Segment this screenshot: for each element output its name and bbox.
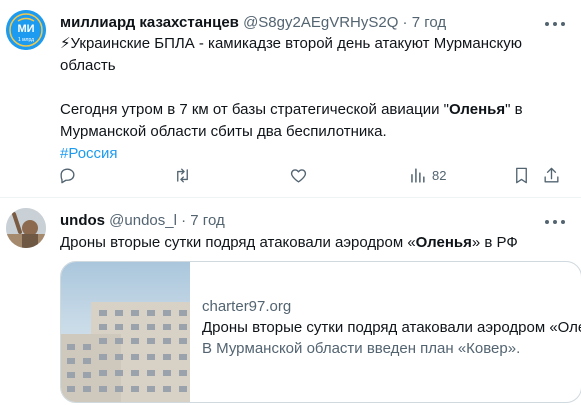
- timestamp[interactable]: 7 год: [190, 212, 224, 229]
- link-card[interactable]: charter97.org Дроны вторые сутки подряд …: [60, 261, 581, 403]
- card-domain: charter97.org: [202, 298, 292, 315]
- tweet-text: Дроны вторые сутки подряд атаковали аэро…: [60, 234, 518, 251]
- retweet-icon: [177, 167, 188, 183]
- avatar-text: МИ: [17, 23, 34, 35]
- reply-button[interactable]: [58, 164, 77, 186]
- text-line: Сегодня утром в 7 км от базы стратегичес…: [60, 101, 523, 118]
- bookmark-icon: [516, 167, 527, 183]
- emblem-icon: МИ 1 млрд: [6, 10, 46, 50]
- author-handle[interactable]: @S8gy2AEgVRHyS2Q: [243, 14, 398, 31]
- author-name[interactable]: undos: [60, 212, 105, 229]
- tweet[interactable]: МИ 1 млрд миллиард казахстанцев @S8gy2AE…: [0, 0, 581, 198]
- tweet[interactable]: undos @undos_l · 7 год Дроны вторые сутк…: [0, 198, 581, 405]
- more-icon[interactable]: [543, 14, 567, 34]
- text-line: ⚡Украинские БПЛА - камикадзе второй день…: [60, 35, 522, 52]
- card-title: Дроны вторые сутки подряд атаковали аэро…: [202, 319, 581, 336]
- bookmark-button[interactable]: [512, 164, 531, 186]
- like-button[interactable]: [289, 164, 308, 186]
- avatar[interactable]: МИ 1 млрд: [6, 10, 46, 50]
- text-line: Мурманской области сбиты два беспилотник…: [60, 123, 387, 140]
- reply-icon: [60, 167, 75, 183]
- highlighted-word: Оленья: [448, 101, 506, 118]
- hashtag-link[interactable]: #Россия: [60, 143, 561, 165]
- card-description: В Мурманской области введен план «Ковер»…: [202, 340, 521, 357]
- avatar[interactable]: [6, 208, 46, 248]
- share-icon: [544, 167, 559, 183]
- views-button[interactable]: 82: [408, 164, 446, 186]
- views-count: 82: [432, 167, 447, 183]
- author-handle[interactable]: @undos_l: [109, 212, 177, 229]
- timestamp[interactable]: 7 год: [412, 14, 446, 31]
- tweet-header: миллиард казахстанцев @S8gy2AEgVRHyS2Q ·…: [60, 13, 541, 33]
- building-photo-icon: [61, 302, 190, 402]
- author-name[interactable]: миллиард казахстанцев: [60, 14, 239, 31]
- text-line: область: [60, 57, 116, 74]
- tweet-actions: 82: [58, 164, 563, 186]
- like-icon: [290, 168, 307, 183]
- retweet-button[interactable]: [173, 164, 192, 186]
- tweet-text: ⚡Украинские БПЛА - камикадзе второй день…: [60, 33, 561, 165]
- tweet-header: undos @undos_l · 7 год: [60, 211, 541, 231]
- card-image: [61, 262, 190, 402]
- avatar-subtext: 1 млрд: [18, 37, 34, 43]
- separator: ·: [402, 14, 408, 31]
- user-photo-icon: [6, 208, 46, 248]
- more-icon[interactable]: [543, 212, 567, 232]
- share-button[interactable]: [542, 164, 561, 186]
- card-info[interactable]: charter97.org Дроны вторые сутки подряд …: [202, 296, 581, 359]
- separator: ·: [181, 212, 187, 229]
- highlighted-word: Оленья: [415, 234, 472, 251]
- views-icon: [411, 167, 425, 183]
